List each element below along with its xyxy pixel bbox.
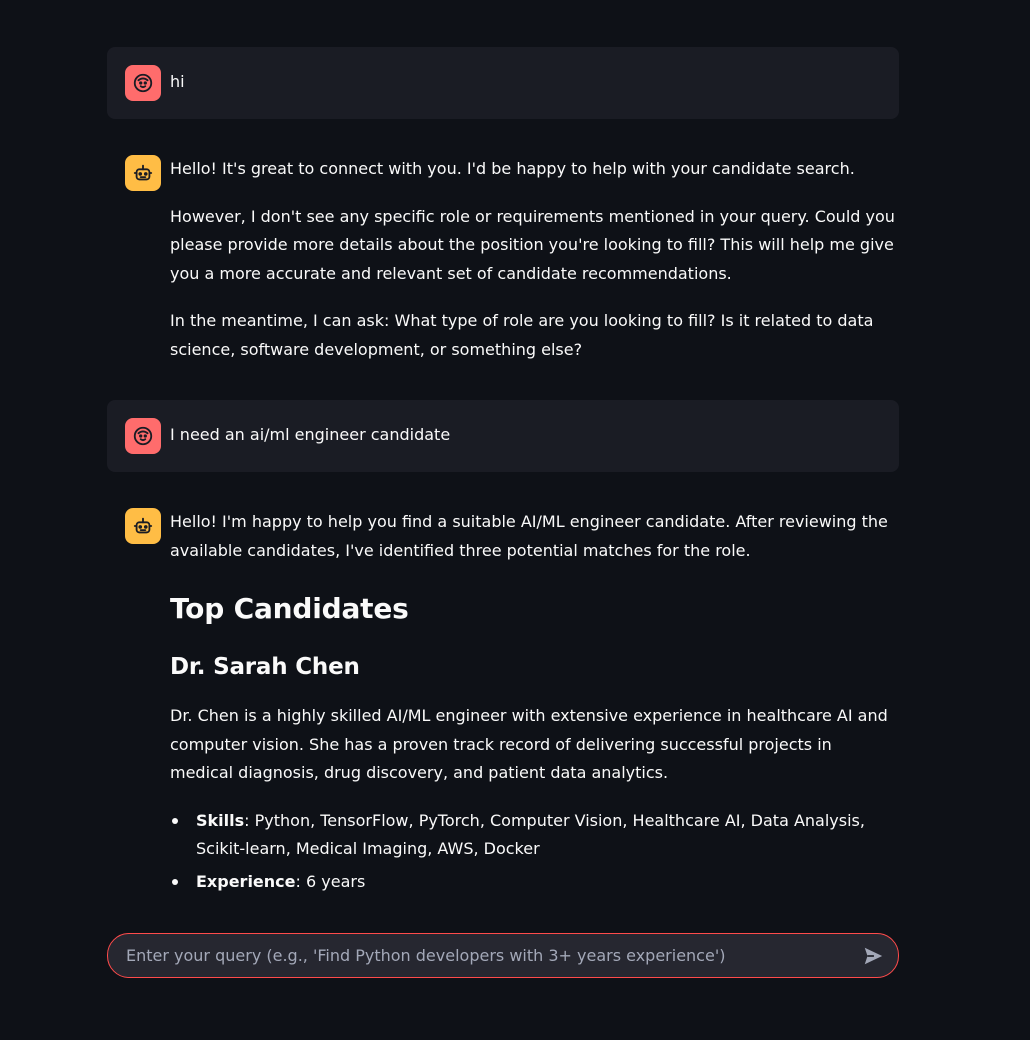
chat-message-user: hi xyxy=(107,47,899,119)
chat-container: hi Hello! It's great to connect with you… xyxy=(107,0,899,1040)
bullet-icon xyxy=(172,878,178,885)
chat-input[interactable] xyxy=(126,934,846,977)
chat-input-box[interactable] xyxy=(107,933,899,978)
user-message-text: I need an ai/ml engineer candidate xyxy=(170,425,451,444)
user-avatar xyxy=(125,65,161,101)
robot-icon xyxy=(133,164,153,181)
assistant-avatar xyxy=(125,508,161,544)
list-item: Skills: Python, TensorFlow, PyTorch, Com… xyxy=(170,807,895,864)
smiley-face-icon xyxy=(133,426,153,446)
detail-value: : Python, TensorFlow, PyTorch, Computer … xyxy=(196,810,865,859)
chat-message-assistant: Hello! It's great to connect with you. I… xyxy=(107,137,899,377)
candidate-details-list: Skills: Python, TensorFlow, PyTorch, Com… xyxy=(170,807,895,897)
detail-label: Experience xyxy=(196,871,296,891)
bullet-icon xyxy=(172,817,178,824)
user-message-text: hi xyxy=(170,72,185,91)
robot-icon xyxy=(133,517,153,534)
assistant-paragraph: However, I don't see any specific role o… xyxy=(170,206,895,283)
assistant-avatar xyxy=(125,155,161,191)
section-heading: Top Candidates xyxy=(170,592,409,625)
list-item: Experience: 6 years xyxy=(170,868,895,897)
chat-message-assistant: Hello! I'm happy to help you find a suit… xyxy=(107,490,899,910)
chat-message-user: I need an ai/ml engineer candidate xyxy=(107,400,899,472)
user-avatar xyxy=(125,418,161,454)
detail-label: Skills xyxy=(196,810,245,830)
assistant-paragraph: Hello! It's great to connect with you. I… xyxy=(170,159,855,178)
assistant-paragraph: Hello! I'm happy to help you find a suit… xyxy=(170,512,888,560)
candidate-summary: Dr. Chen is a highly skilled AI/ML engin… xyxy=(170,706,888,782)
assistant-paragraph: In the meantime, I can ask: What type of… xyxy=(170,311,874,359)
send-arrow-icon xyxy=(864,947,883,965)
detail-value: : 6 years xyxy=(295,871,366,891)
smiley-face-icon xyxy=(133,73,153,93)
send-button[interactable] xyxy=(858,941,888,971)
candidate-name: Dr. Sarah Chen xyxy=(170,654,360,680)
